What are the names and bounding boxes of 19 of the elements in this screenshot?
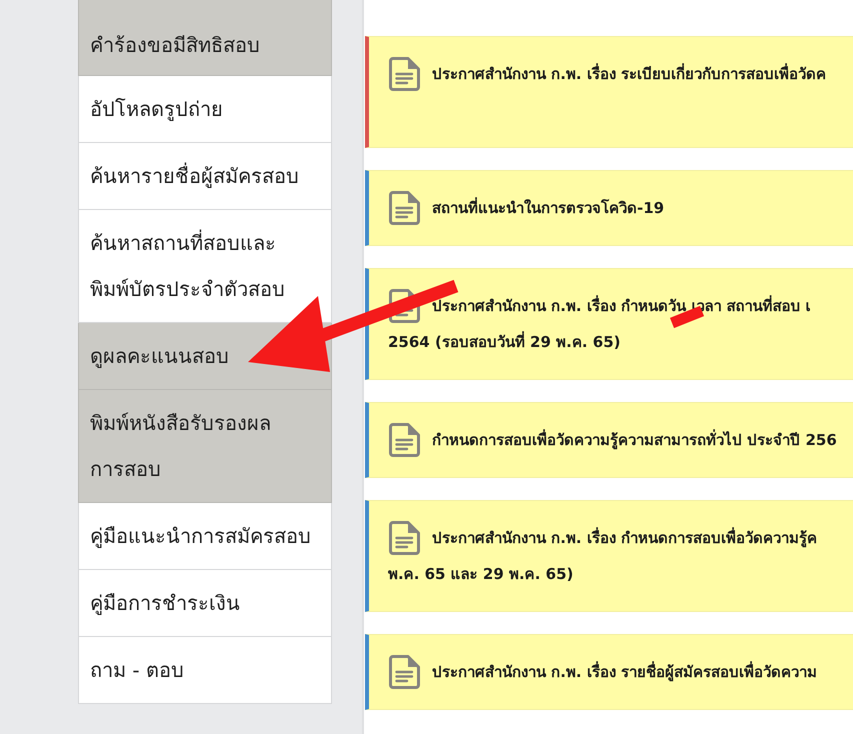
sidebar-item[interactable]: ค้นหารายชื่อผู้สมัครสอบ <box>78 143 332 210</box>
document-icon <box>388 655 420 689</box>
announcement-title[interactable]: ประกาศสำนักงาน ก.พ. เรื่อง ระเบียบเกี่ยวกับการสอบเพื่อวัดค <box>388 56 853 92</box>
sidebar-item[interactable]: อัปโหลดรูปถ่าย <box>78 76 332 143</box>
document-icon <box>388 57 420 91</box>
document-icon <box>388 423 420 457</box>
sidebar-item[interactable]: ค้นหาสถานที่สอบและ พิมพ์บัตรประจำตัวสอบ <box>78 210 332 323</box>
announcement-title[interactable]: ประกาศสำนักงาน ก.พ. เรื่อง กำหนดการสอบเพื่อวัดความรู้ค พ.ค. 65 และ 29 พ.ค. 65) <box>388 520 853 592</box>
announcement-title[interactable]: สถานที่แนะนำในการตรวจโควิด-19 <box>388 190 853 226</box>
sidebar-item[interactable]: พิมพ์หนังสือรับรองผล การสอบ <box>78 390 332 503</box>
document-icon <box>388 191 420 225</box>
announcement-title[interactable]: ประกาศสำนักงาน ก.พ. เรื่อง รายชื่อผู้สมัครสอบเพื่อวัดความ <box>388 654 853 690</box>
sidebar-item[interactable]: คู่มือการชำระเงิน <box>78 570 332 637</box>
sidebar-item[interactable]: คำร้องขอมีสิทธิสอบ <box>78 0 332 76</box>
sidebar-item[interactable]: คู่มือแนะนำการสมัครสอบ <box>78 503 332 570</box>
announcement-title[interactable]: กำหนดการสอบเพื่อวัดความรู้ความสามารถทั่วไป ประจำปี 256 <box>388 422 853 458</box>
document-icon <box>388 521 420 555</box>
sidebar-item[interactable]: ถาม - ตอบ <box>78 637 332 704</box>
document-icon <box>388 289 420 323</box>
